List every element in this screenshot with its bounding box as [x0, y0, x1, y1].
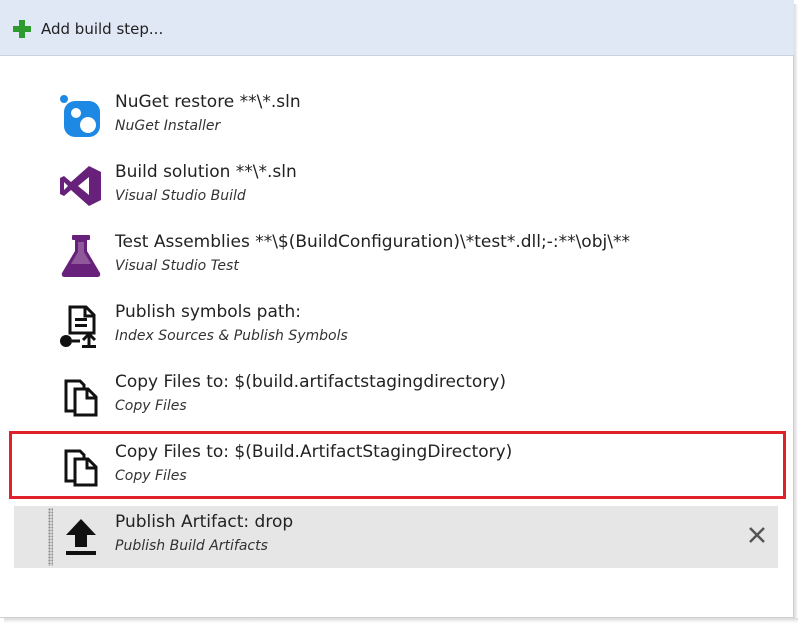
panel-shadow-bottom [4, 618, 798, 623]
step-subtitle: Copy Files [115, 398, 187, 414]
flask-icon [58, 233, 104, 279]
step-title: Publish Artifact: drop [115, 512, 294, 532]
drag-handle[interactable] [48, 508, 53, 566]
build-step-nuget-restore[interactable]: NuGet restore **\*.sln NuGet Installer [14, 86, 778, 148]
build-step-build-solution[interactable]: Build solution **\*.sln Visual Studio Bu… [14, 156, 778, 218]
build-steps-panel: Add build step... NuGet restore **\*.sln… [0, 0, 794, 618]
plus-icon [13, 20, 31, 38]
upload-icon [58, 513, 104, 559]
step-title: Copy Files to: $(build.artifactstagingdi… [115, 372, 506, 392]
step-title: Test Assemblies **\$(BuildConfiguration)… [115, 232, 630, 252]
copy-files-icon [58, 373, 104, 419]
step-title: Build solution **\*.sln [115, 162, 297, 182]
build-step-copy-files-1[interactable]: Copy Files to: $(build.artifactstagingdi… [14, 366, 778, 428]
step-subtitle: Publish Build Artifacts [115, 538, 268, 554]
step-title: NuGet restore **\*.sln [115, 92, 301, 112]
panel-shadow-right [794, 4, 798, 622]
publish-symbols-icon [58, 303, 104, 349]
step-subtitle: NuGet Installer [115, 118, 221, 134]
step-title: Publish symbols path: [115, 302, 302, 322]
nuget-icon [58, 93, 104, 139]
step-subtitle: Index Sources & Publish Symbols [115, 328, 348, 344]
add-build-step-label: Add build step... [41, 20, 164, 38]
toolbar: Add build step... [0, 0, 794, 56]
build-step-publish-artifact[interactable]: Publish Artifact: drop Publish Build Art… [14, 506, 778, 568]
highlight-box [9, 431, 786, 499]
add-build-step-button[interactable]: Add build step... [12, 18, 163, 40]
step-subtitle: Visual Studio Test [115, 258, 239, 274]
build-step-publish-symbols[interactable]: Publish symbols path: Index Sources & Pu… [14, 296, 778, 358]
step-subtitle: Visual Studio Build [115, 188, 246, 204]
build-step-test-assemblies[interactable]: Test Assemblies **\$(BuildConfiguration)… [14, 226, 778, 288]
close-icon[interactable] [746, 524, 768, 546]
visual-studio-icon [58, 163, 104, 209]
